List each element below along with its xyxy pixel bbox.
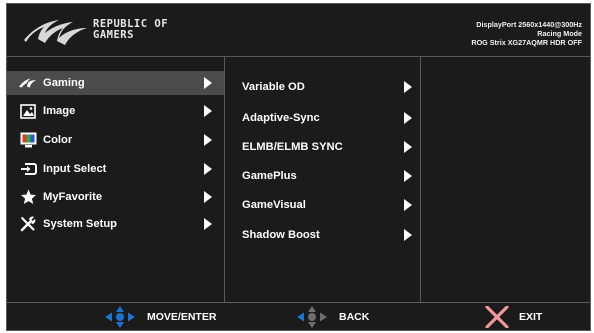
status-signal: DisplayPort 2560x1440@300Hz	[476, 20, 582, 29]
close-icon	[485, 306, 509, 328]
submenu-label: GameVisual	[242, 199, 306, 211]
menu-label-input-select: Input Select	[43, 163, 107, 175]
monitor-status: DisplayPort 2560x1440@300Hz Racing Mode …	[471, 20, 582, 47]
submenu-label: ELMB/ELMB SYNC	[242, 141, 343, 153]
image-icon	[19, 103, 37, 119]
chevron-right-icon	[404, 81, 412, 93]
submenu-item-variable-od[interactable]: Variable OD	[225, 77, 420, 97]
chevron-right-icon	[204, 134, 212, 146]
color-icon	[19, 132, 37, 148]
monitor-osd-menu: REPUBLIC OF GAMERS DisplayPort 2560x1440…	[6, 3, 591, 331]
chevron-right-icon	[204, 218, 212, 230]
menu-item-color[interactable]: Color	[7, 130, 224, 150]
menu-item-system-setup[interactable]: System Setup	[7, 214, 224, 234]
menu-label-system-setup: System Setup	[43, 218, 117, 230]
submenu-label: Adaptive-Sync	[242, 112, 320, 124]
submenu-item-shadow-boost[interactable]: Shadow Boost	[225, 225, 420, 245]
submenu-label: Shadow Boost	[242, 229, 320, 241]
wrench-screwdriver-icon	[19, 216, 37, 232]
menu-item-gaming[interactable]: Gaming	[7, 71, 224, 95]
menu-label-myfavorite: MyFavorite	[43, 191, 103, 203]
brand-line-2: GAMERS	[93, 29, 134, 41]
main-menu: Gaming Image Color Input Select MyFavori…	[7, 57, 225, 302]
back-hint[interactable]: BACK	[297, 306, 370, 328]
back-nav-icon	[297, 306, 327, 328]
four-way-nav-icon	[105, 306, 135, 328]
status-mode: Racing Mode	[537, 29, 582, 38]
menu-label-image: Image	[43, 105, 76, 117]
submenu-item-gamevisual[interactable]: GameVisual	[225, 195, 420, 215]
chevron-right-icon	[204, 77, 212, 89]
chevron-right-icon	[204, 163, 212, 175]
submenu-label: Variable OD	[242, 81, 305, 93]
menu-item-myfavorite[interactable]: MyFavorite	[7, 187, 224, 207]
status-model: ROG Strix XG27AQMR HDR OFF	[471, 38, 582, 47]
osd-footer: MOVE/ENTER BACK EXIT	[7, 302, 590, 330]
chevron-right-icon	[404, 112, 412, 124]
chevron-right-icon	[404, 199, 412, 211]
menu-label-color: Color	[43, 134, 73, 146]
chevron-right-icon	[404, 170, 412, 182]
osd-header: REPUBLIC OF GAMERS DisplayPort 2560x1440…	[7, 4, 590, 57]
gaming-submenu: Variable OD Adaptive-Sync ELMB/ELMB SYNC…	[225, 57, 421, 302]
submenu-item-adaptive-sync[interactable]: Adaptive-Sync	[225, 108, 420, 128]
submenu-label: GamePlus	[242, 170, 297, 182]
menu-item-input-select[interactable]: Input Select	[7, 159, 224, 179]
menu-item-image[interactable]: Image	[7, 101, 224, 121]
submenu-item-elmb[interactable]: ELMB/ELMB SYNC	[225, 137, 420, 157]
rog-gaming-icon	[19, 75, 37, 91]
rog-logo-icon	[24, 20, 87, 45]
back-label: BACK	[339, 311, 370, 323]
star-icon	[19, 189, 37, 205]
chevron-right-icon	[404, 141, 412, 153]
exit-label: EXIT	[519, 311, 543, 323]
chevron-right-icon	[204, 191, 212, 203]
exit-hint[interactable]: EXIT	[485, 306, 543, 328]
input-select-icon	[19, 161, 37, 177]
rog-brand-text: REPUBLIC OF GAMERS	[93, 19, 168, 41]
chevron-right-icon	[404, 229, 412, 241]
chevron-right-icon	[204, 105, 212, 117]
move-enter-label: MOVE/ENTER	[147, 311, 217, 323]
menu-label-gaming: Gaming	[43, 77, 85, 89]
options-panel	[421, 57, 590, 302]
submenu-item-gameplus[interactable]: GamePlus	[225, 166, 420, 186]
move-enter-hint[interactable]: MOVE/ENTER	[105, 306, 217, 328]
